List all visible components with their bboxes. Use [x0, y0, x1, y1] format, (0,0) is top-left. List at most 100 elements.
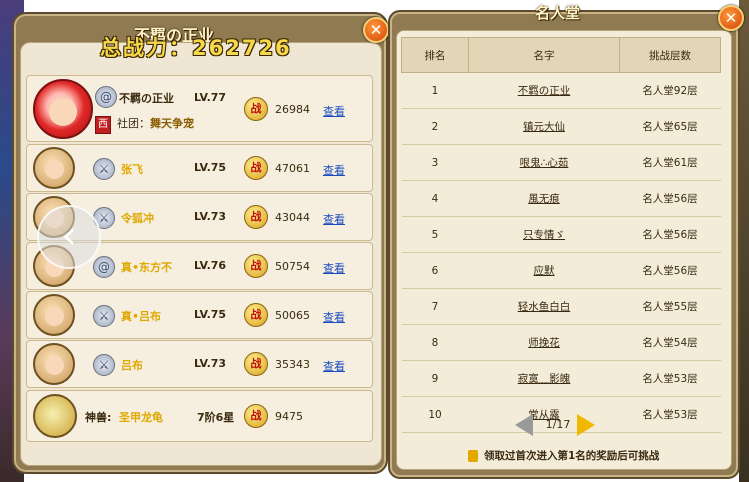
- member-view-link[interactable]: 查看: [323, 358, 345, 374]
- leader-row: 西 @ 不羁の正业 LV.77 战 26984 查看 社团：舞天争宠: [26, 75, 373, 142]
- beast-name: 圣甲龙龟: [119, 411, 163, 424]
- floor-header: 挑战层数: [619, 37, 721, 73]
- member-power: 50754: [275, 260, 310, 273]
- guild-name: 舞天争宠: [150, 117, 194, 130]
- total-power-label: 总战力：: [100, 36, 192, 60]
- member-view-link[interactable]: 查看: [323, 309, 345, 325]
- table-row: 4 風无痕 名人堂56层: [401, 180, 721, 217]
- member-name: 令狐冲: [121, 212, 154, 225]
- table-row: 6 应默 名人堂56层: [401, 252, 721, 289]
- table-row: 3 哏鬼∴心茹 名人堂61层: [401, 144, 721, 181]
- player-name-link[interactable]: 寂寞﹏影魄: [468, 360, 620, 397]
- player-name-link[interactable]: 只专情ゞ: [468, 216, 620, 253]
- floor-cell: 名人堂56层: [619, 180, 721, 217]
- guild-info: 社团：舞天争宠: [117, 115, 194, 131]
- member-name: 吕布: [121, 359, 143, 372]
- rank-cell: 8: [401, 324, 469, 361]
- prev-page-arrow-icon[interactable]: ‹: [37, 205, 101, 269]
- swirl-icon: @: [93, 256, 115, 278]
- rank-cell: 3: [401, 144, 469, 181]
- battle-power-icon: 战: [244, 352, 268, 376]
- rank-cell: 1: [401, 72, 469, 109]
- member-level: LV.73: [194, 357, 227, 370]
- player-name-link[interactable]: 哏鬼∴心茹: [468, 144, 620, 181]
- challenge-hint: 领取过首次进入第1名的奖励后可挑战: [484, 450, 660, 462]
- member-level: LV.75: [194, 308, 227, 321]
- faction-badge: 西: [95, 116, 111, 134]
- member-avatar[interactable]: [33, 147, 75, 189]
- leader-view-link[interactable]: 查看: [323, 103, 345, 119]
- leader-avatar[interactable]: [33, 79, 93, 139]
- battle-power-icon: 战: [244, 97, 268, 121]
- prev-page-button[interactable]: [515, 414, 533, 436]
- battle-power-icon: 战: [244, 254, 268, 278]
- total-power-value: 262726: [192, 36, 292, 60]
- table-row: 9 寂寞﹏影魄 名人堂53层: [401, 360, 721, 397]
- rank-cell: 4: [401, 180, 469, 217]
- leader-name: 不羁の正业: [119, 92, 174, 105]
- beast-label: 神兽:: [85, 411, 112, 424]
- hall-close-icon[interactable]: ✕: [718, 5, 744, 31]
- player-name-link[interactable]: 应默: [468, 252, 620, 289]
- player-name-link[interactable]: 师挽花: [468, 324, 620, 361]
- member-avatar[interactable]: [33, 343, 75, 385]
- guild-label: 社团：: [117, 117, 150, 130]
- sword-icon: ⚔: [93, 354, 115, 376]
- rank-cell: 6: [401, 252, 469, 289]
- player-name-link[interactable]: 不羁の正业: [468, 72, 620, 109]
- leader-level: LV.77: [194, 91, 227, 104]
- floor-cell: 名人堂92层: [619, 72, 721, 109]
- trophy-icon: [468, 450, 478, 462]
- player-name-link[interactable]: 轻水鱼白白: [468, 288, 620, 325]
- member-name: 张飞: [121, 163, 143, 176]
- battle-power-icon: 战: [244, 303, 268, 327]
- floor-cell: 名人堂54层: [619, 324, 721, 361]
- member-view-link[interactable]: 查看: [323, 162, 345, 178]
- name-header: 名字: [468, 37, 620, 73]
- player-name-link[interactable]: 風无痕: [468, 180, 620, 217]
- member-avatar[interactable]: [33, 294, 75, 336]
- member-power: 50065: [275, 309, 310, 322]
- member-power: 43044: [275, 211, 310, 224]
- member-view-link[interactable]: 查看: [323, 211, 345, 227]
- member-power: 35343: [275, 358, 310, 371]
- rank-cell: 7: [401, 288, 469, 325]
- member-name: 真•东方不: [121, 261, 173, 274]
- sword-icon: ⚔: [93, 305, 115, 327]
- member-view-link[interactable]: 查看: [323, 260, 345, 276]
- member-power: 47061: [275, 162, 310, 175]
- player-name-link[interactable]: 镇元大仙: [468, 108, 620, 145]
- floor-cell: 名人堂53层: [619, 360, 721, 397]
- page-indicator: 1/17: [545, 418, 571, 431]
- battle-power-icon: 战: [244, 205, 268, 229]
- battle-power-icon: 战: [244, 404, 268, 428]
- floor-cell: 名人堂61层: [619, 144, 721, 181]
- rank-cell: 10: [401, 396, 469, 433]
- rank-cell: 5: [401, 216, 469, 253]
- member-row: ⚔ 吕布 LV.73 战 35343 查看: [26, 340, 373, 388]
- beast-row: 神兽: 圣甲龙龟 7阶6星 战 9475: [26, 390, 373, 442]
- beast-power: 9475: [275, 410, 303, 423]
- floor-cell: 名人堂65层: [619, 108, 721, 145]
- member-row: ⚔ 张飞 LV.75 战 47061 查看: [26, 144, 373, 192]
- member-level: LV.73: [194, 210, 227, 223]
- table-row: 2 镇元大仙 名人堂65层: [401, 108, 721, 145]
- next-page-button[interactable]: [577, 414, 595, 436]
- leader-power: 26984: [275, 103, 310, 116]
- hall-of-fame-title: 名人堂: [535, 4, 581, 22]
- team-close-icon[interactable]: ✕: [363, 17, 389, 43]
- total-power: 总战力：262726: [100, 32, 292, 62]
- battle-power-icon: 战: [244, 156, 268, 180]
- member-row: ⚔ 真•吕布 LV.75 战 50065 查看: [26, 291, 373, 339]
- table-row: 7 轻水鱼白白 名人堂55层: [401, 288, 721, 325]
- swirl-icon: @: [95, 86, 117, 108]
- table-row: 5 只专情ゞ 名人堂56层: [401, 216, 721, 253]
- floor-cell: 名人堂56层: [619, 216, 721, 253]
- rank-header: 排名: [401, 37, 469, 73]
- table-row: 8 师挽花 名人堂54层: [401, 324, 721, 361]
- floor-cell: 名人堂56层: [619, 252, 721, 289]
- beast-avatar[interactable]: [33, 394, 77, 438]
- sword-icon: ⚔: [93, 158, 115, 180]
- rank-cell: 9: [401, 360, 469, 397]
- member-level: LV.76: [194, 259, 227, 272]
